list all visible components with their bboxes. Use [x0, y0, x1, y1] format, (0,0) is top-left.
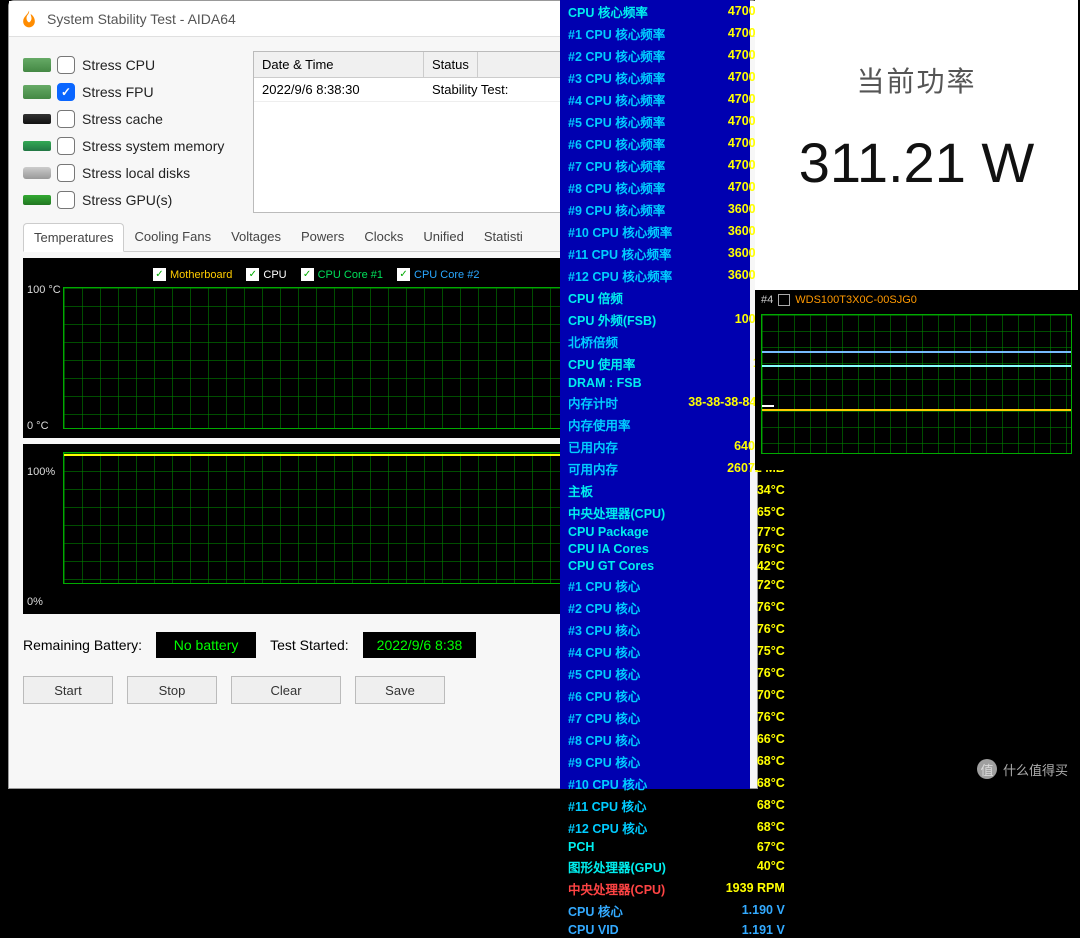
power-panel: 当前功率 311.21 W	[755, 0, 1078, 290]
chip-icon	[23, 58, 51, 72]
tab-statisti[interactable]: Statisti	[474, 223, 533, 251]
hw-row: 主板34°C	[560, 479, 793, 501]
hw-row: CPU Package77°C	[560, 523, 793, 540]
hwinfo-column: CPU 核心频率4700 MHz#1 CPU 核心频率4700 MHz#2 CP…	[560, 0, 750, 789]
hw-row: #12 CPU 核心68°C	[560, 816, 793, 838]
option-label: Stress system memory	[82, 138, 224, 154]
legend-checkbox[interactable]: ✓	[301, 268, 314, 281]
stress-option[interactable]: Stress CPU	[23, 51, 243, 78]
power-title: 当前功率	[755, 60, 1078, 100]
hw-row: #2 CPU 核心76°C	[560, 596, 793, 618]
hw-row: 中央处理器(CPU)1939 RPM	[560, 877, 793, 899]
hw-row: #5 CPU 核心76°C	[560, 662, 793, 684]
legend-item[interactable]: ✓CPU Core #1	[301, 268, 383, 281]
save-button[interactable]: Save	[355, 676, 445, 704]
clear-button[interactable]: Clear	[231, 676, 341, 704]
legend-item[interactable]: ✓CPU Core #2	[397, 268, 479, 281]
option-label: Stress FPU	[82, 84, 154, 100]
axis-0c: 0 °C	[27, 420, 49, 432]
tab-clocks[interactable]: Clocks	[354, 223, 413, 251]
tab-powers[interactable]: Powers	[291, 223, 354, 251]
chip-icon	[23, 114, 51, 124]
hw-row: #7 CPU 核心76°C	[560, 706, 793, 728]
start-button[interactable]: Start	[23, 676, 113, 704]
window-title: System Stability Test - AIDA64	[47, 11, 236, 27]
option-label: Stress cache	[82, 111, 163, 127]
hw-row: CPU 核心1.190 V	[560, 899, 793, 921]
hw-row: #6 CPU 核心70°C	[560, 684, 793, 706]
stress-option[interactable]: Stress FPU	[23, 78, 243, 105]
option-label: Stress GPU(s)	[82, 192, 172, 208]
legend-item[interactable]: ✓CPU	[246, 268, 286, 281]
stress-option[interactable]: Stress GPU(s)	[23, 186, 243, 213]
legend-item[interactable]: ✓Motherboard	[153, 268, 232, 281]
tab-unified[interactable]: Unified	[413, 223, 473, 251]
axis-100c: 100 °C	[27, 284, 61, 296]
power-value: 311.21 W	[755, 130, 1078, 195]
series-index: #4	[761, 294, 773, 306]
axis-100pct: 100%	[27, 466, 55, 478]
hw-row: #4 CPU 核心75°C	[560, 640, 793, 662]
chip-icon	[23, 167, 51, 179]
legend-checkbox[interactable]: ✓	[246, 268, 259, 281]
started-value: 2022/9/6 8:38	[363, 632, 477, 658]
watermark: 值 什么值得买	[977, 759, 1068, 779]
remaining-value: No battery	[156, 632, 256, 658]
disk-temp-graph: #4 WDS100T3X0C-00SJG0 76766634	[755, 290, 1078, 470]
checkbox[interactable]	[57, 137, 75, 155]
legend-checkbox[interactable]: ✓	[397, 268, 410, 281]
flame-icon	[19, 9, 39, 29]
col-date: Date & Time	[254, 52, 424, 77]
remaining-label: Remaining Battery:	[23, 637, 142, 653]
axis-0pct: 0%	[27, 596, 43, 608]
hw-row: 中央处理器(CPU)65°C	[560, 501, 793, 523]
checkbox[interactable]	[57, 164, 75, 182]
stress-option[interactable]: Stress cache	[23, 105, 243, 132]
legend-checkbox[interactable]: ✓	[153, 268, 166, 281]
tab-cooling fans[interactable]: Cooling Fans	[124, 223, 221, 251]
chip-icon	[23, 141, 51, 151]
hw-row: #3 CPU 核心76°C	[560, 618, 793, 640]
graph-grid: 76766634	[761, 314, 1072, 454]
tab-temperatures[interactable]: Temperatures	[23, 223, 124, 252]
series-checkbox[interactable]	[778, 294, 790, 306]
hw-row: #10 CPU 核心68°C	[560, 772, 793, 794]
hw-row: #9 CPU 核心68°C	[560, 750, 793, 772]
checkbox[interactable]	[57, 191, 75, 209]
series-name: WDS100T3X0C-00SJG0	[795, 294, 917, 306]
chip-icon	[23, 85, 51, 99]
hw-row: 图形处理器(GPU)40°C	[560, 855, 793, 877]
col-status: Status	[424, 52, 478, 77]
tab-voltages[interactable]: Voltages	[221, 223, 291, 251]
stress-options: Stress CPU Stress FPU Stress cache Stres…	[23, 51, 243, 213]
checkbox[interactable]	[57, 56, 75, 74]
hw-row: CPU GT Cores42°C	[560, 557, 793, 574]
stop-button[interactable]: Stop	[127, 676, 217, 704]
option-label: Stress local disks	[82, 165, 190, 181]
started-label: Test Started:	[270, 637, 349, 653]
checkbox[interactable]	[57, 110, 75, 128]
stress-option[interactable]: Stress local disks	[23, 159, 243, 186]
option-label: Stress CPU	[82, 57, 155, 73]
hw-row: CPU IA Cores76°C	[560, 540, 793, 557]
checkbox[interactable]	[57, 83, 75, 101]
stress-option[interactable]: Stress system memory	[23, 132, 243, 159]
chip-icon	[23, 195, 51, 205]
hw-row: #1 CPU 核心72°C	[560, 574, 793, 596]
hw-row: PCH67°C	[560, 838, 793, 855]
watermark-icon: 值	[977, 759, 997, 779]
hw-row: #8 CPU 核心66°C	[560, 728, 793, 750]
hw-row: CPU VID1.191 V	[560, 921, 793, 938]
hw-row: #11 CPU 核心68°C	[560, 794, 793, 816]
